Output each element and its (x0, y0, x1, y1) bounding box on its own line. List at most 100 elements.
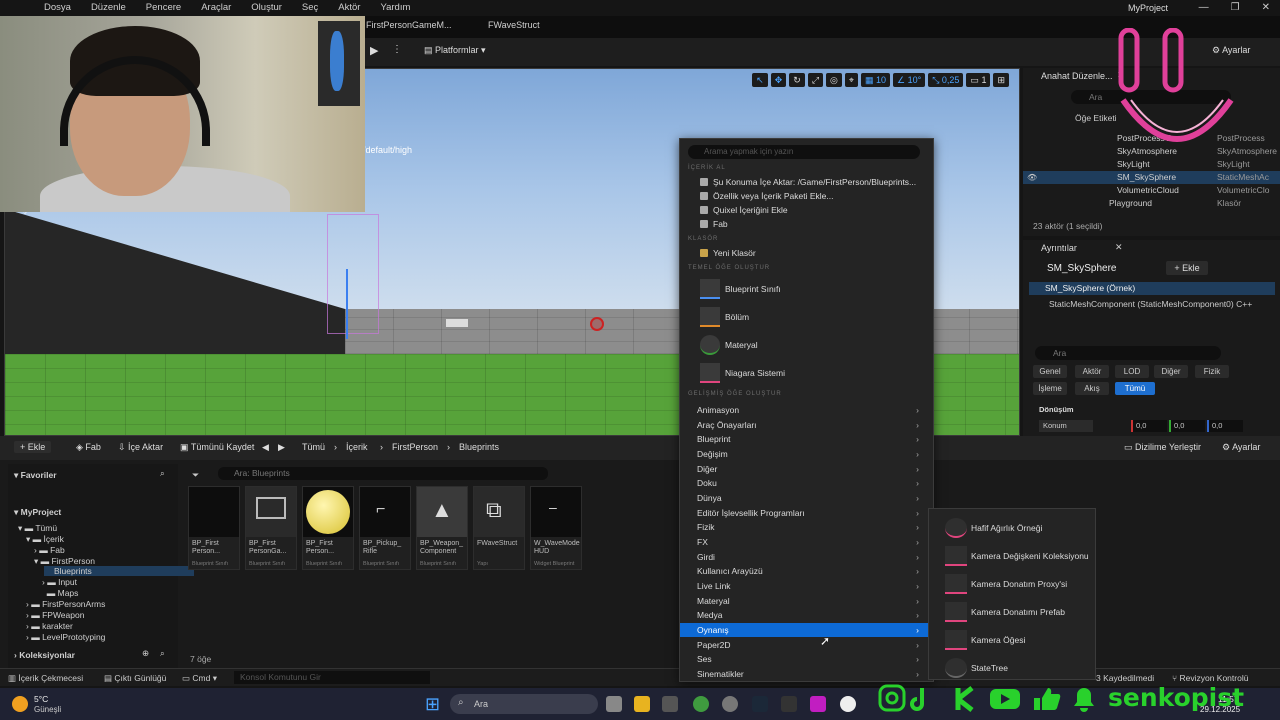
tree-item-selected[interactable]: Blueprints (44, 566, 194, 576)
world-icon[interactable]: ◎ (826, 73, 842, 87)
filter-physics[interactable]: Fizik (1195, 365, 1229, 378)
ctx-import-to-path[interactable]: Şu Konuma İçe Aktar: /Game/FirstPerson/B… (680, 175, 933, 189)
tree-item[interactable]: › ▬ FPWeapon (26, 610, 84, 620)
tree-item[interactable]: ▾ ▬ Tümü (18, 523, 57, 534)
add-collection-icon[interactable]: ⊕ (142, 648, 149, 659)
ctx-sub-paper2d[interactable]: Paper2D › (680, 638, 933, 652)
ctx-sub-variant[interactable]: Değişim › (680, 447, 933, 461)
details-close-icon[interactable]: ✕ (1115, 242, 1123, 253)
details-search-input[interactable]: Ara (1035, 346, 1221, 360)
ctx-sub-other[interactable]: Diğer › (680, 462, 933, 476)
ctx-sub-editor-utilities[interactable]: Editör İşlevsellik Programları › (680, 506, 933, 520)
ctx-sub-fx[interactable]: FX › (680, 535, 933, 549)
outliner-row-folder[interactable]: Playground Klasör (1023, 197, 1280, 210)
add-component-button[interactable]: + Ekle (1166, 261, 1208, 275)
filter-streaming[interactable]: Akış (1075, 382, 1109, 395)
cb-dock-button[interactable]: ▭ Dizilime Yerleştir (1124, 442, 1201, 453)
search-icon[interactable]: ⌕ (160, 648, 165, 659)
doc-tab-wave-struct[interactable]: FWaveStruct (488, 20, 540, 30)
task-view-icon[interactable] (606, 696, 622, 712)
ctx-sub-gameplay[interactable]: Oynanış › (680, 623, 933, 637)
asset-tile[interactable]: ⌐ BP_Pickup_ Rifle Blueprint Sınıfı (359, 486, 411, 570)
cb-forward-icon[interactable]: ▶ (278, 442, 285, 453)
tree-item[interactable]: › ▬ Input (42, 577, 77, 587)
location-dropdown[interactable]: Konum (1039, 420, 1093, 432)
ctx-sub-media[interactable]: Medya › (680, 608, 933, 622)
content-drawer-button[interactable]: ▥ İçerik Çekmecesi (8, 673, 83, 684)
menu-help[interactable]: Yardım (370, 0, 420, 16)
tree-item[interactable]: ▾ ▬ İçerik (26, 534, 64, 545)
cb-save-all-button[interactable]: ▣ Tümünü Kaydet (180, 442, 254, 453)
ctx-new-folder[interactable]: Yeni Klasör (680, 246, 933, 260)
console-input[interactable]: Konsol Komutunu Gir (234, 671, 430, 684)
select-mode-icon[interactable]: ↖ (752, 73, 768, 87)
tree-item[interactable]: ▬ Maps (42, 588, 79, 598)
tree-item[interactable]: › ▬ karakter (26, 621, 73, 631)
layout-icon[interactable]: ⊞ (993, 73, 1009, 87)
outliner-column-label[interactable]: Öğe Etiketi (1075, 113, 1117, 123)
location-x-field[interactable]: 0,0 (1131, 420, 1167, 432)
eye-icon[interactable]: 👁 (1027, 171, 1037, 184)
sub-item-lightweight-instance[interactable]: Hafif Ağırlık Örneği (929, 515, 1095, 541)
ctx-sub-cinematics[interactable]: Sinematikler › (680, 667, 933, 681)
tree-item[interactable]: › ▬ Fab (34, 545, 65, 555)
filter-general[interactable]: Genel (1033, 365, 1067, 378)
angle-snap-button[interactable]: ∠ 10° (892, 73, 926, 87)
filter-all[interactable]: Tümü (1115, 382, 1155, 395)
component-cpp-link[interactable]: C++ (1236, 299, 1252, 309)
location-y-field[interactable]: 0,0 (1169, 420, 1205, 432)
breadcrumb-firstperson[interactable]: FirstPerson (392, 442, 438, 452)
cb-settings-button[interactable]: ⚙ Ayarlar (1222, 442, 1260, 453)
ctx-sub-user-interface[interactable]: Kullanıcı Arayüzü › (680, 564, 933, 578)
cmd-dropdown[interactable]: ▭ Cmd ▾ (182, 673, 217, 684)
scale-snap-button[interactable]: ⤡ 0,25 (928, 73, 964, 87)
filter-rendering[interactable]: İşleme (1033, 382, 1067, 395)
project-header[interactable]: ▾ MyProject (14, 507, 61, 518)
epic-games-icon[interactable] (781, 696, 797, 712)
menu-select[interactable]: Seç (292, 0, 328, 16)
collections-header[interactable]: › Koleksiyonlar (14, 650, 75, 660)
maximize-icon[interactable]: ❐ (1231, 2, 1240, 13)
ctx-material[interactable]: Materyal (680, 333, 933, 359)
menu-file[interactable]: Dosya (0, 0, 81, 16)
asset-tile[interactable]: BP_First PersonGa... Blueprint Sınıfı (245, 486, 297, 570)
ctx-sub-input[interactable]: Girdi › (680, 550, 933, 564)
taskbar-search[interactable]: ⌕ Ara (450, 694, 598, 714)
ctx-search-input[interactable]: Arama yapmak için yazın (688, 145, 920, 159)
close-icon[interactable]: ✕ (1262, 2, 1270, 13)
asset-tile[interactable]: ⧉ FWaveStruct Yapı (473, 486, 525, 570)
grid-snap-button[interactable]: ▦ 10 (860, 73, 890, 87)
menu-window[interactable]: Pencere (136, 0, 191, 16)
favorites-header[interactable]: ▾ Favoriler (14, 470, 57, 481)
ctx-sub-texture[interactable]: Doku › (680, 476, 933, 490)
steam-icon[interactable] (752, 696, 768, 712)
app-pink-icon[interactable] (810, 696, 826, 712)
filter-icon[interactable]: ⏷ (192, 470, 199, 481)
unreal-engine-icon[interactable] (840, 696, 856, 712)
details-component-row[interactable]: StaticMeshComponent (StaticMeshComponent… (1049, 299, 1252, 309)
filter-actor[interactable]: Aktör (1075, 365, 1109, 378)
asset-tile[interactable]: – W_WaveMode HUD Widget Blueprint (530, 486, 582, 570)
cb-add-button[interactable]: + Ekle (14, 441, 52, 453)
asset-tile[interactable]: BP_First Person... Blueprint Sınıfı (188, 486, 240, 570)
sub-item-camera-asset[interactable]: Kamera Öğesi (929, 627, 1095, 653)
menu-tools[interactable]: Araçlar (191, 0, 241, 16)
ctx-level[interactable]: Bölüm (680, 305, 933, 331)
more-options-icon[interactable]: ⋮ (392, 44, 402, 55)
play-icon[interactable]: ▶ (370, 44, 378, 57)
menu-edit[interactable]: Düzenle (81, 0, 136, 16)
outliner-row-selected[interactable]: 👁 SM_SkySphere StaticMeshAc (1023, 171, 1280, 184)
ctx-fab[interactable]: Fab (680, 217, 933, 231)
ctx-sub-live-link[interactable]: Live Link › (680, 579, 933, 593)
location-z-field[interactable]: 0,0 (1207, 420, 1243, 432)
filter-lod[interactable]: LOD (1115, 365, 1149, 378)
breadcrumb-all[interactable]: Tümü (302, 442, 325, 452)
sub-item-camera-rig-prefab[interactable]: Kamera Donatımı Prefab (929, 599, 1095, 625)
weather-icon[interactable] (12, 696, 28, 712)
chrome-icon[interactable] (693, 696, 709, 712)
tree-item[interactable]: › ▬ FirstPersonArms (26, 599, 105, 609)
ctx-add-feature-pack[interactable]: Özellik veya İçerik Paketi Ekle... (680, 189, 933, 203)
ctx-sub-physics[interactable]: Fizik › (680, 520, 933, 534)
cb-back-icon[interactable]: ◀ (262, 442, 269, 453)
tree-item[interactable]: › ▬ LevelPrototyping (26, 632, 105, 642)
